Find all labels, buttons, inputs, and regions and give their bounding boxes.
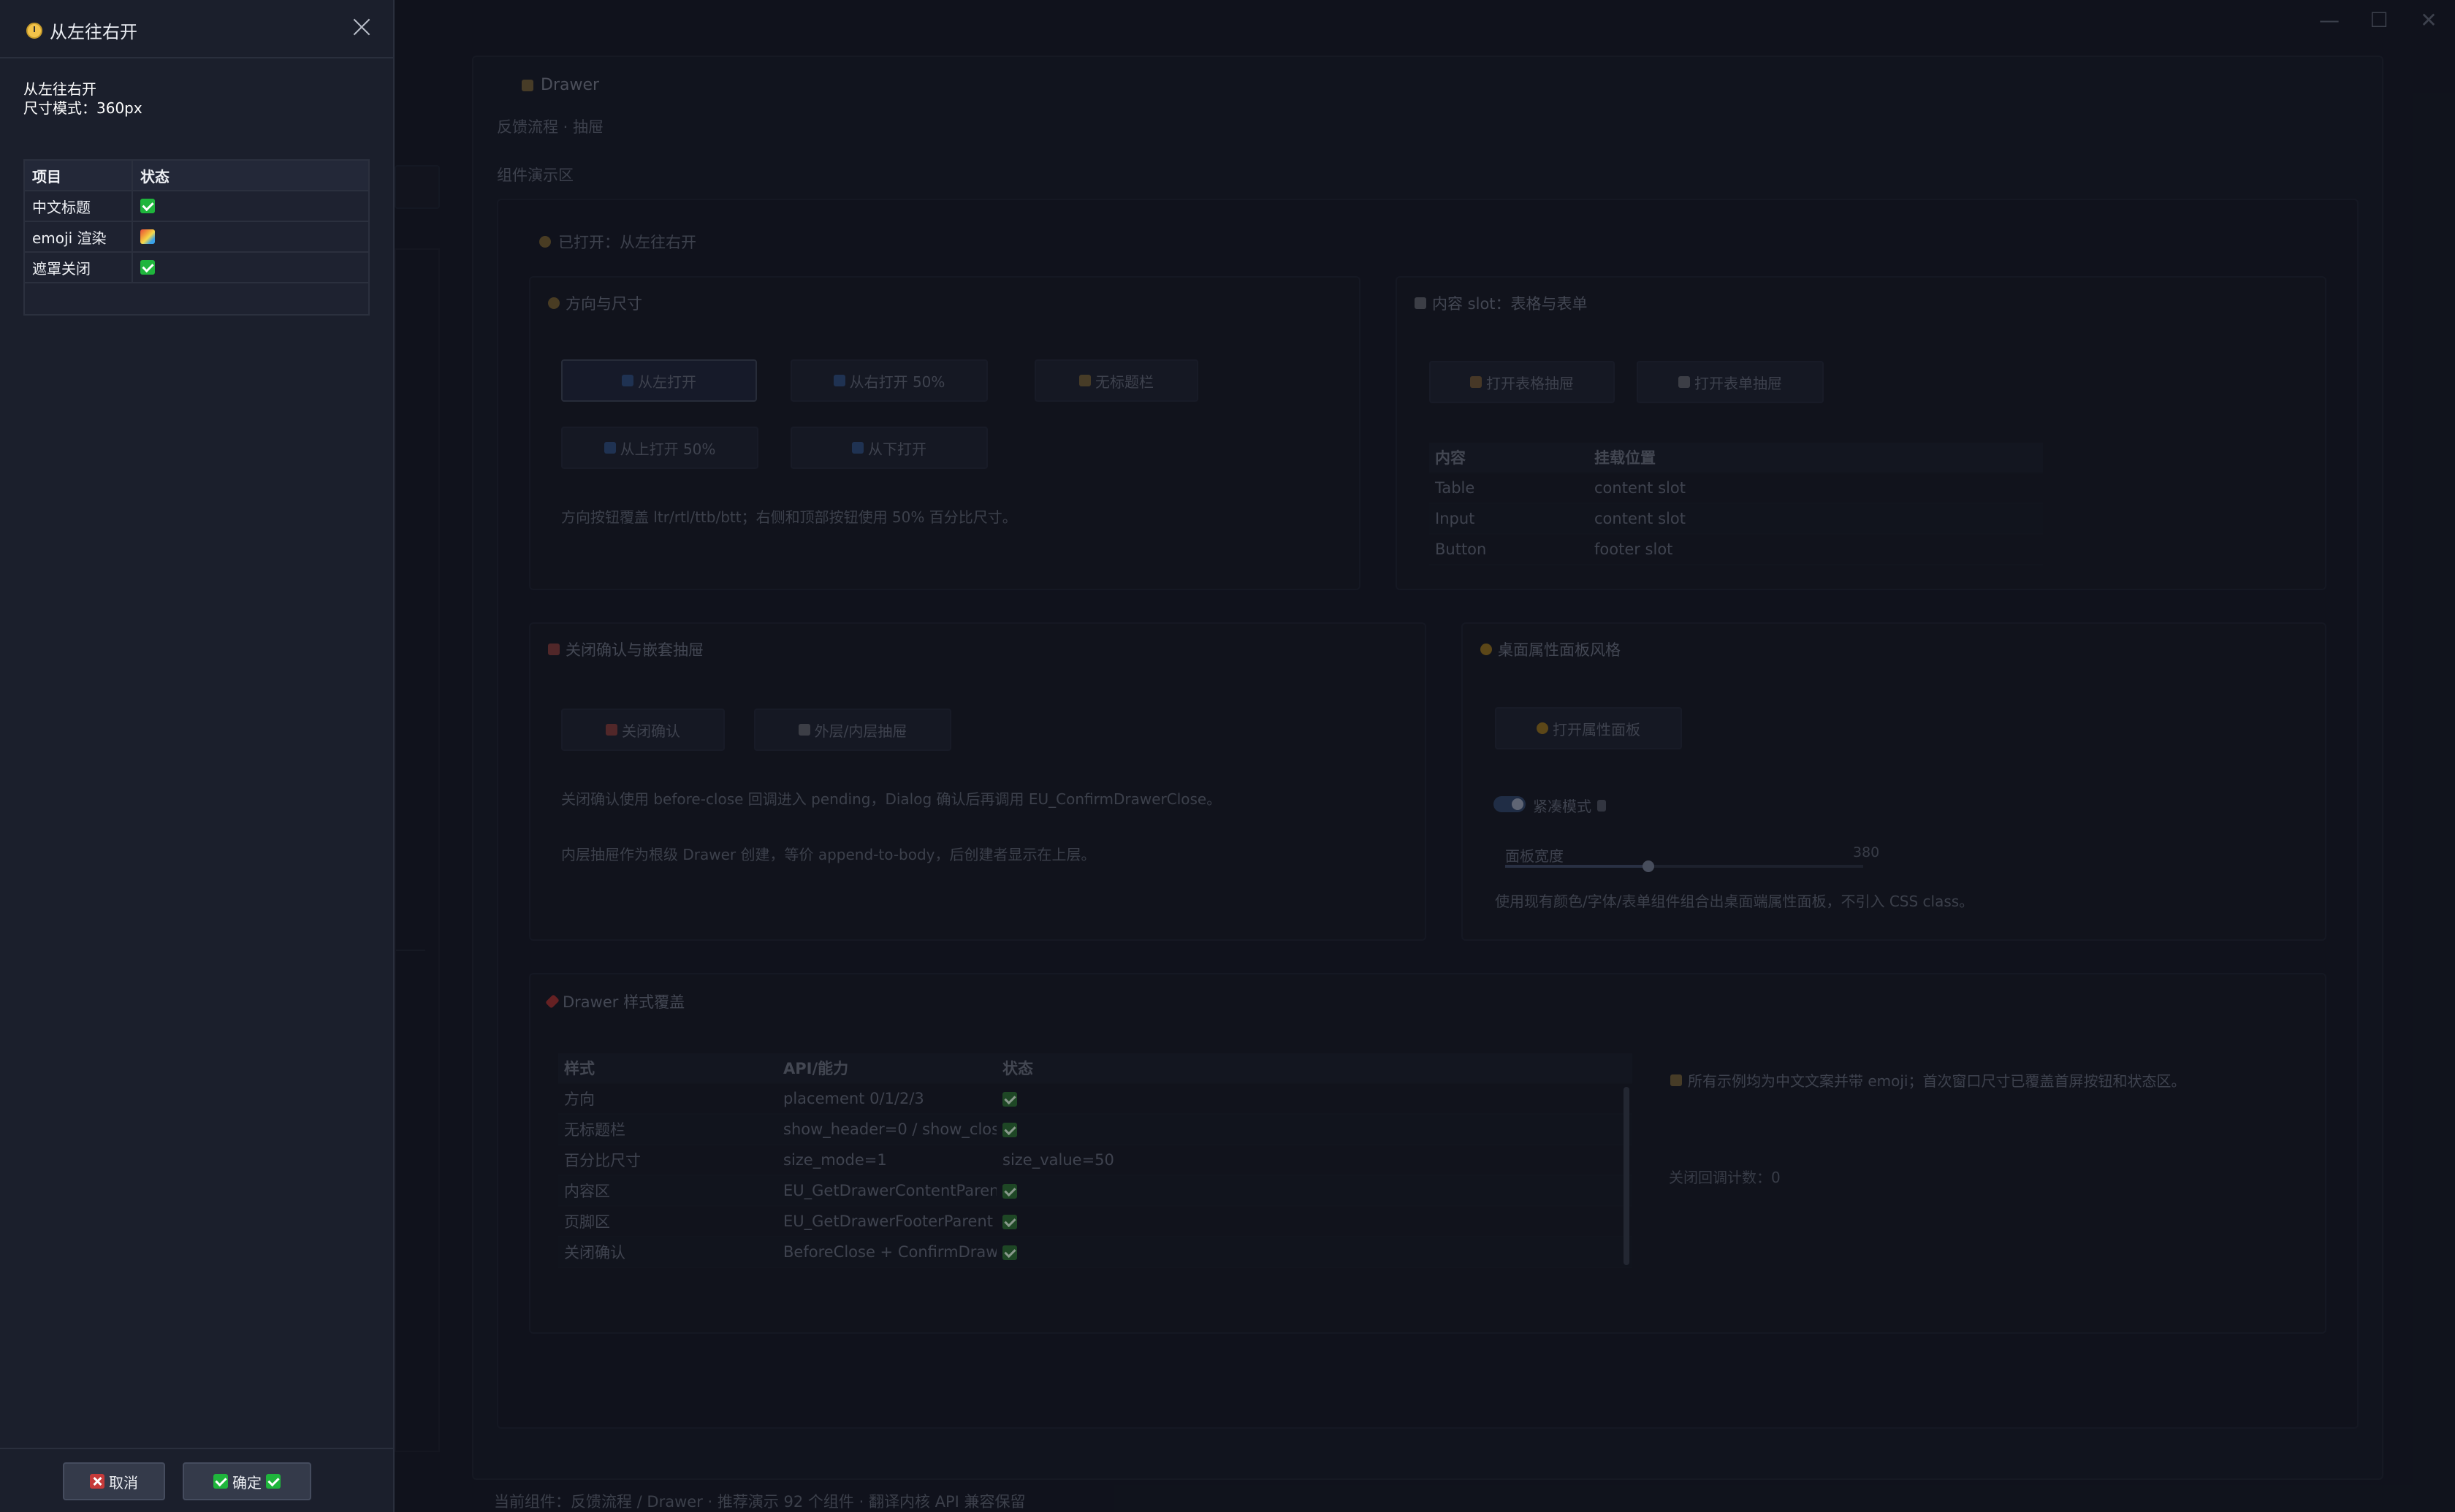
status-cell [133, 253, 368, 282]
table-cell: 中文标题 [25, 191, 133, 221]
drawer-body-line-2: 尺寸模式：360px [23, 99, 142, 117]
drawer-body-line-1: 从左往右开 [23, 80, 96, 98]
check-icon [213, 1474, 228, 1489]
rainbow-icon [140, 229, 155, 244]
check-icon [140, 260, 155, 275]
cancel-button[interactable]: 取消 [63, 1462, 165, 1500]
drawer-title: 从左往右开 [26, 18, 137, 43]
table-row: 中文标题 [25, 191, 368, 222]
table-cell: 遮罩关闭 [25, 253, 133, 282]
confirm-button[interactable]: 确定 [183, 1462, 311, 1500]
table-row: emoji 渲染 [25, 222, 368, 253]
status-cell [133, 191, 368, 221]
drawer-close-icon[interactable] [349, 15, 374, 39]
table-empty-row [25, 283, 368, 314]
table-header-cell: 项目 [25, 161, 133, 190]
status-cell [133, 222, 368, 251]
drawer-header: 从左往右开 [0, 0, 393, 58]
drawer-title-text: 从左往右开 [50, 22, 137, 42]
table-header-cell: 状态 [140, 167, 170, 186]
clock-icon [26, 22, 42, 39]
cancel-label: 取消 [109, 1473, 138, 1492]
table-cell: emoji 渲染 [25, 222, 133, 251]
drawer: 从左往右开 从左往右开 尺寸模式：360px 项目 状态 中文标题 emoji … [0, 0, 395, 1512]
drawer-table: 项目 状态 中文标题 emoji 渲染 遮罩关闭 [23, 159, 370, 316]
cross-icon [90, 1474, 104, 1489]
check-icon [266, 1474, 281, 1489]
table-row: 遮罩关闭 [25, 253, 368, 283]
table-header-row: 项目 状态 [25, 161, 368, 191]
confirm-label: 确定 [232, 1473, 262, 1492]
check-icon [140, 199, 155, 213]
